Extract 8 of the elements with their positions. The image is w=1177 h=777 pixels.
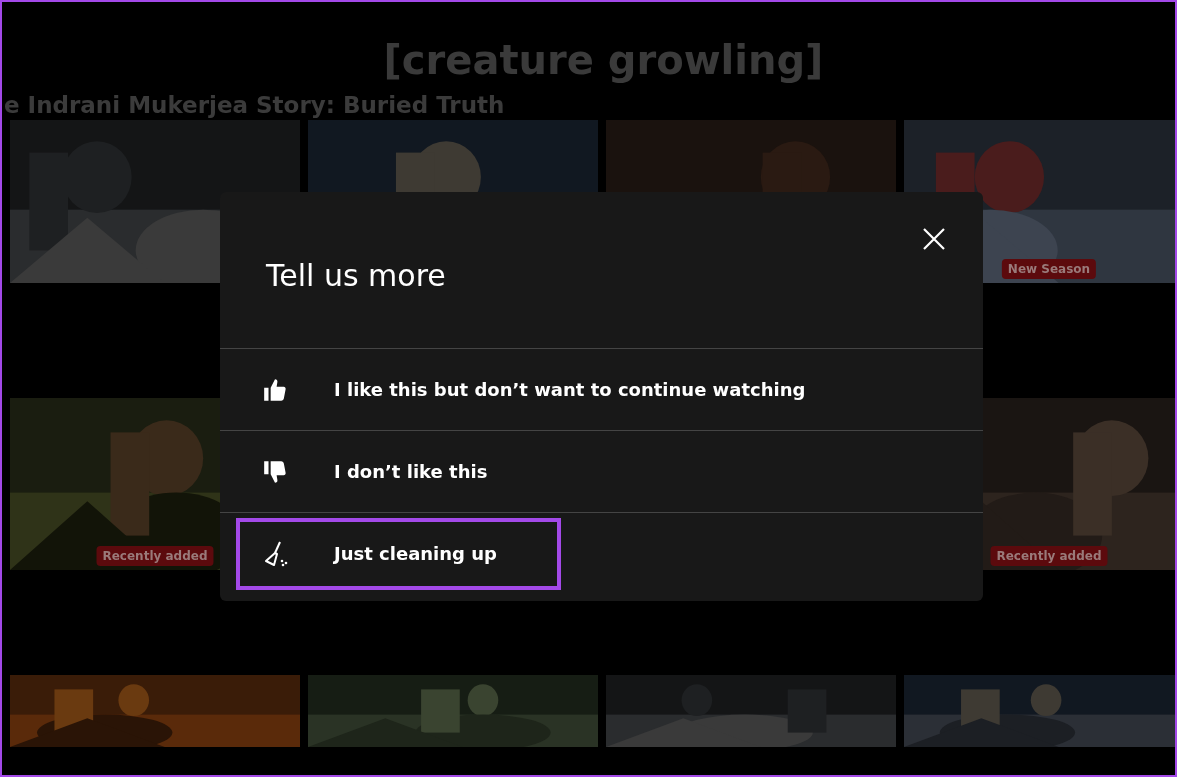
feedback-option[interactable]: I don’t like this (236, 435, 552, 508)
tile-badge: New Season (1001, 259, 1097, 279)
tile-badge: Recently added (990, 546, 1108, 566)
feedback-option[interactable]: I like this but don’t want to continue watching (236, 353, 870, 426)
feedback-option[interactable]: Just cleaning up (236, 517, 561, 590)
dialog-title: Tell us more (266, 257, 446, 295)
tile-badge: Recently added (96, 546, 214, 566)
row-title: e Indrani Mukerjea Story: Buried Truth (4, 91, 506, 120)
